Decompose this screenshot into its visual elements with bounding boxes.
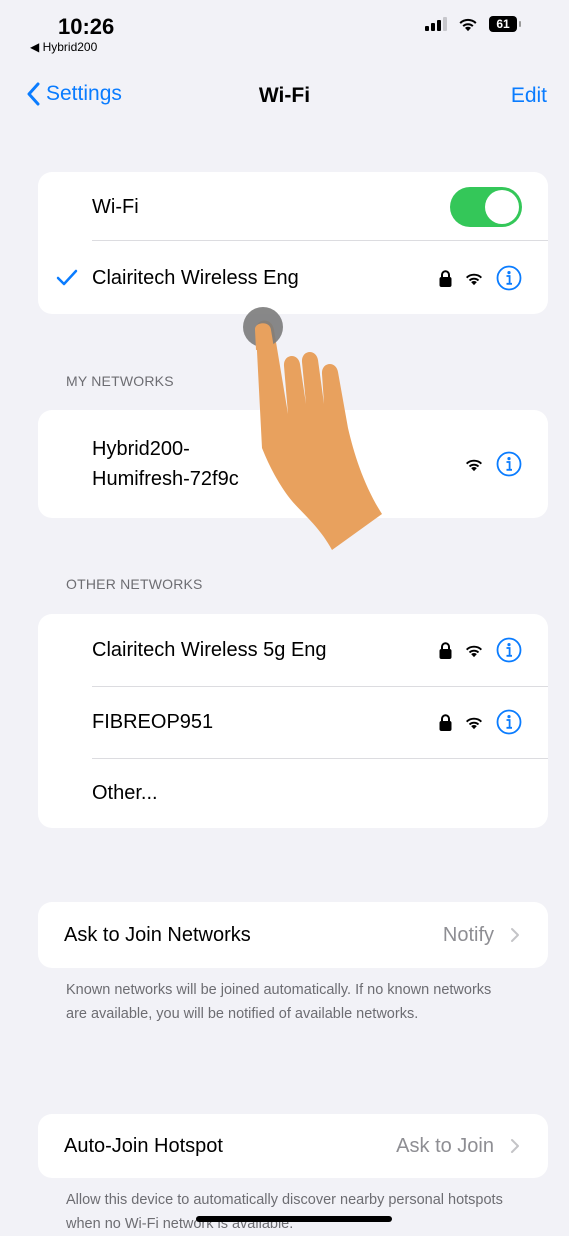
auto-join-label: Auto-Join Hotspot: [64, 1134, 223, 1157]
chevron-right-icon: [511, 928, 519, 942]
wifi-toggle-switch[interactable]: [450, 187, 522, 227]
auto-join-value: Ask to Join: [396, 1134, 494, 1157]
ask-to-join-footnote: Known networks will be joined automatica…: [66, 982, 492, 1022]
chevron-right-icon: [511, 1139, 519, 1153]
edit-button[interactable]: Edit: [511, 84, 547, 108]
lock-icon: [439, 713, 452, 731]
home-indicator[interactable]: [196, 1216, 392, 1222]
my-network-name: Hybrid200- Humifresh-72f9c: [92, 438, 239, 490]
wifi-status-icon: [459, 18, 477, 32]
back-to-app-link[interactable]: ◀ Hybrid200: [30, 40, 97, 54]
auto-join-footnote: Allow this device to automatically disco…: [66, 1192, 503, 1232]
wifi-card: Wi-Fi Clairitech Wireless Eng: [38, 172, 548, 314]
info-icon[interactable]: [496, 451, 522, 477]
other-network-row[interactable]: Clairitech Wireless 5g Eng: [38, 614, 548, 686]
auto-join-row[interactable]: Auto-Join Hotspot Ask to Join: [38, 1114, 548, 1178]
auto-join-card: Auto-Join Hotspot Ask to Join: [38, 1114, 548, 1178]
wifi-signal-icon: [466, 645, 482, 657]
other-network-name: FIBREOP951: [92, 710, 214, 733]
battery-icon: 61: [489, 16, 521, 32]
info-icon[interactable]: [496, 709, 522, 735]
other-network-join-row[interactable]: Other...: [38, 758, 548, 828]
tap-hand-icon: [243, 307, 382, 550]
ask-to-join-value: Notify: [442, 923, 494, 946]
other-networks-card: Clairitech Wireless 5g Eng FIBREOP951 Ot…: [38, 614, 548, 828]
info-icon[interactable]: [496, 637, 522, 663]
page-title: Wi-Fi: [258, 84, 311, 107]
ask-to-join-row[interactable]: Ask to Join Networks Notify: [38, 902, 548, 968]
status-time: 10:26: [58, 14, 115, 39]
connected-network-name: Clairitech Wireless Eng: [92, 266, 299, 289]
lock-icon: [439, 269, 452, 287]
lock-icon: [439, 641, 452, 659]
cellular-signal-icon: [425, 17, 447, 31]
battery-level: 61: [489, 16, 517, 32]
other-networks-header: OTHER NETWORKS: [66, 576, 203, 592]
checkmark-icon: [56, 269, 78, 286]
wifi-signal-icon: [466, 273, 482, 285]
ask-to-join-label: Ask to Join Networks: [64, 923, 251, 946]
info-icon[interactable]: [496, 265, 522, 291]
other-network-row[interactable]: FIBREOP951: [38, 686, 548, 758]
wifi-toggle-row: Wi-Fi: [38, 172, 548, 242]
status-icons: 61: [425, 16, 521, 32]
other-network-name: Clairitech Wireless 5g Eng: [92, 638, 327, 661]
other-network-label: Other...: [92, 781, 158, 804]
my-networks-header: MY NETWORKS: [66, 373, 174, 389]
ask-to-join-card: Ask to Join Networks Notify: [38, 902, 548, 968]
wifi-signal-icon: [466, 717, 482, 729]
wifi-toggle-label: Wi-Fi: [92, 195, 139, 218]
wifi-signal-icon: [466, 459, 482, 471]
